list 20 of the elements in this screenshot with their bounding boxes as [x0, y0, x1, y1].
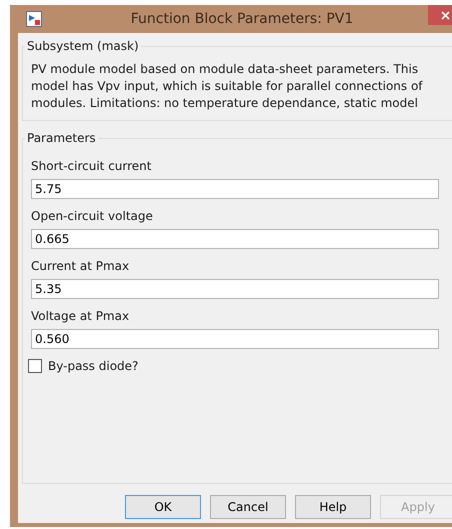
dialog-button[interactable]: Cancel [210, 495, 286, 519]
field-label: Voltage at Pmax [31, 309, 130, 323]
dialog-button[interactable]: OK [125, 495, 201, 519]
dialog-button[interactable]: Help [295, 495, 371, 519]
description-text: PV module model based on module data-sheet parameters. This model has Vpv input, which is suitable for parallel connections of modules. Limitations: no temperature dependance, static model [31, 61, 424, 112]
input-field[interactable]: 5.75 [31, 179, 439, 199]
close-button[interactable] [428, 5, 452, 25]
window-title: Function Block Parameters: PV1 [130, 11, 354, 27]
input-field[interactable]: 0.665 [31, 229, 439, 249]
field-label: Open-circuit voltage [31, 209, 154, 223]
checkbox[interactable] [28, 359, 42, 373]
group-title: Subsystem (mask) [26, 39, 140, 53]
field-label: Current at Pmax [31, 259, 130, 273]
group-title: Parameters [26, 131, 97, 145]
input-field[interactable]: 5.35 [31, 279, 439, 299]
checkbox-label: By-pass diode? [48, 359, 138, 373]
field-label: Short-circuit current [31, 159, 152, 173]
input-field[interactable]: 0.560 [31, 329, 439, 349]
app-icon [26, 11, 42, 27]
close-icon [440, 10, 450, 20]
